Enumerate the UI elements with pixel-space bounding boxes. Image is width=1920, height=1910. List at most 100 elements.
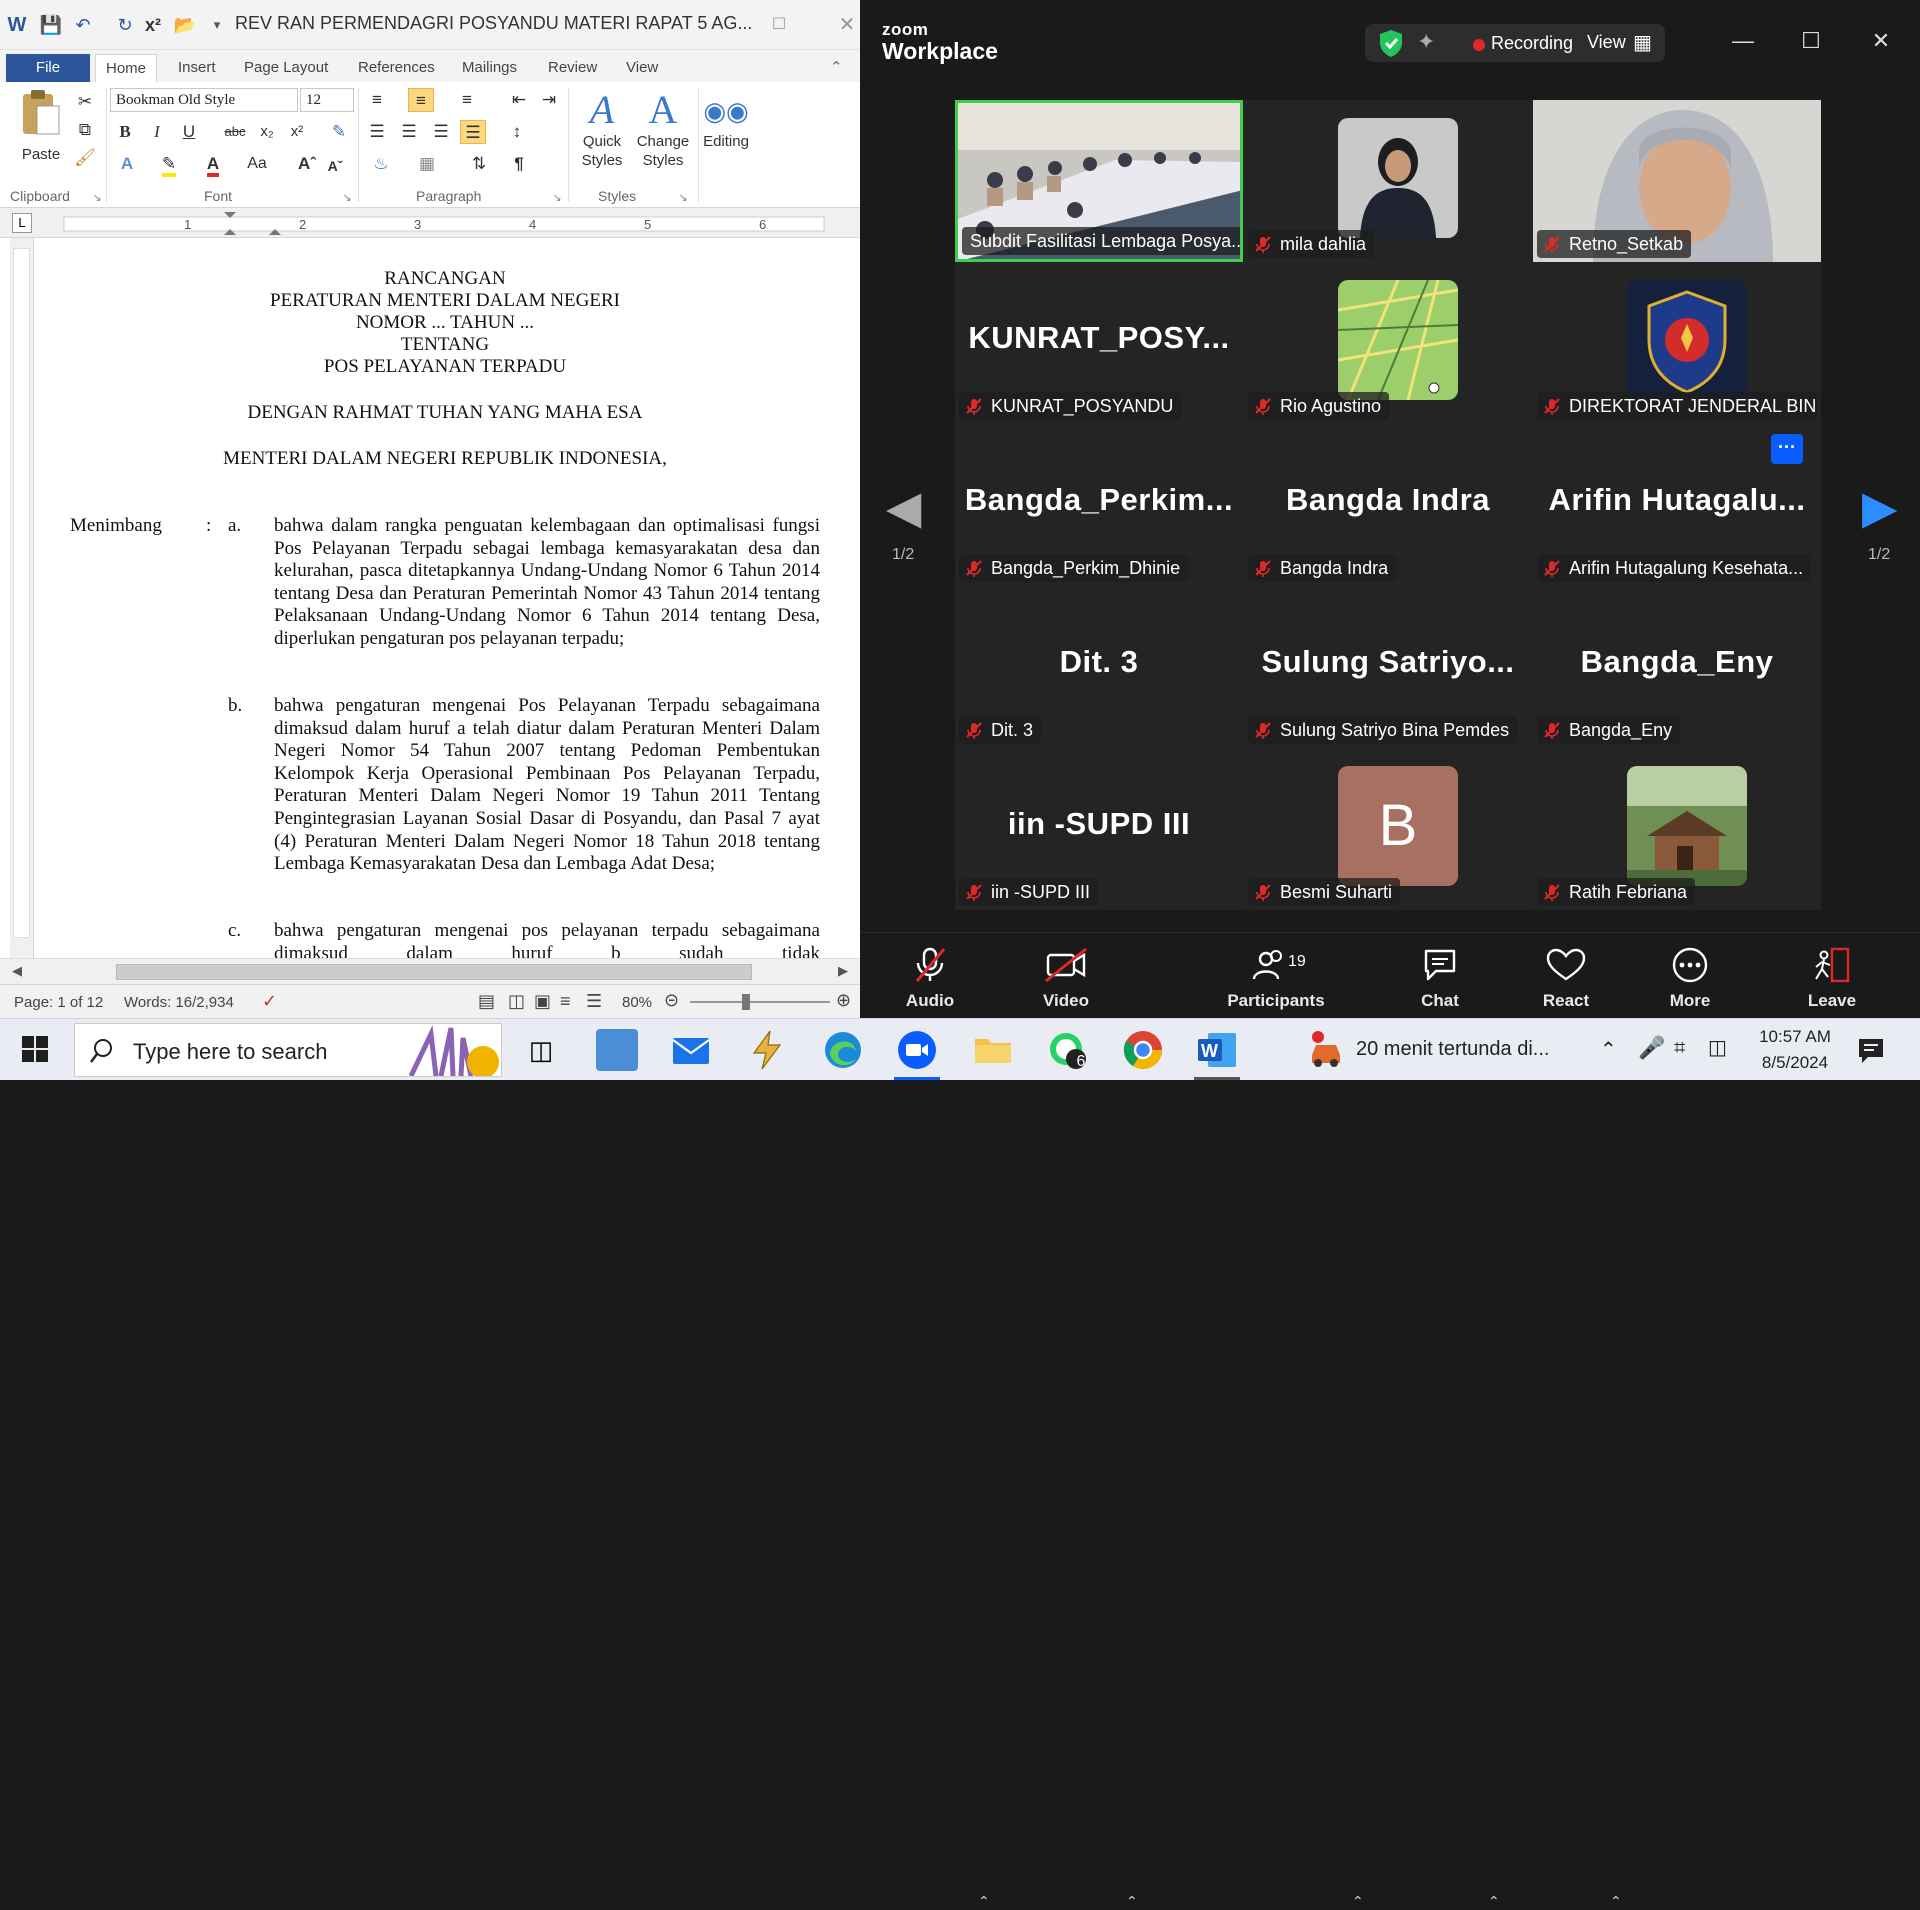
align-right-icon[interactable]: ☰ — [428, 120, 454, 144]
paragraph-launcher-icon[interactable]: ↘ — [544, 186, 570, 210]
react-options-caret[interactable]: ⌃ — [1610, 1893, 1622, 1910]
restore-window-icon[interactable]: ☐ — [766, 12, 792, 38]
format-painter-icon[interactable]: 🖌 — [72, 146, 98, 170]
save-icon[interactable]: 💾 — [38, 12, 64, 38]
collapse-ribbon-icon[interactable]: ⌃ — [820, 54, 853, 82]
shrink-font-icon[interactable]: Aˇ — [322, 154, 348, 178]
undo-icon[interactable]: ↶ — [70, 12, 96, 38]
styles-launcher-icon[interactable]: ↘ — [670, 186, 696, 210]
underline-icon[interactable]: U — [176, 120, 202, 144]
chrome-icon[interactable] — [1122, 1029, 1164, 1071]
tab-file[interactable]: File — [6, 54, 90, 82]
numbering-icon[interactable]: ≡ — [408, 88, 434, 112]
tab-insert[interactable]: Insert — [168, 54, 226, 82]
leave-button[interactable]: Leave — [1792, 933, 1872, 1019]
change-case-icon[interactable]: Aa — [244, 152, 270, 176]
participant-tile[interactable]: Bangda_Perkim... Bangda_Perkim_Dhinie — [955, 424, 1243, 586]
close-window-icon[interactable]: ✕ — [834, 12, 860, 38]
next-page-icon[interactable]: ▶ — [1862, 480, 1897, 534]
participant-tile[interactable]: Sulung Satriyo... Sulung Satriyo Bina Pe… — [1244, 586, 1532, 748]
prev-page-icon[interactable]: ◀ — [886, 480, 921, 534]
participant-tile[interactable]: Bangda_Eny Bangda_Eny — [1533, 586, 1821, 748]
zoom-out-icon[interactable]: ⊝ — [664, 990, 679, 1011]
align-center-icon[interactable]: ☰ — [396, 120, 422, 144]
align-left-icon[interactable]: ☰ — [364, 120, 390, 144]
open-folder-icon[interactable]: 📂 — [172, 12, 198, 38]
text-effects-icon[interactable]: A — [114, 152, 140, 176]
edge-icon[interactable] — [822, 1029, 864, 1071]
justify-icon[interactable]: ☰ — [460, 120, 486, 144]
grow-font-icon[interactable]: Aˆ — [294, 152, 320, 176]
view-label[interactable]: View — [1587, 32, 1626, 53]
participant-tile[interactable]: Subdit Fasilitasi Lembaga Posya... — [955, 100, 1243, 262]
bold-icon[interactable]: B — [112, 120, 138, 144]
minimize-icon[interactable]: — — [1728, 28, 1758, 54]
participants-options-caret[interactable]: ⌃ — [1352, 1893, 1364, 1910]
sparkle-icon[interactable]: ✦ — [1417, 29, 1435, 55]
document-page[interactable]: RANCANGAN PERATURAN MENTERI DALAM NEGERI… — [36, 238, 860, 958]
task-view-icon[interactable]: ◫ — [520, 1029, 562, 1071]
bolt-app-icon[interactable] — [746, 1029, 788, 1071]
horizontal-ruler[interactable]: L 1 2 3 4 5 6 — [0, 208, 860, 238]
clock-time[interactable]: 10:57 AM — [1750, 1027, 1840, 1047]
participant-tile[interactable]: Bangda Indra Bangda Indra — [1244, 424, 1532, 586]
strikethrough-icon[interactable]: abc — [222, 120, 248, 144]
line-spacing-icon[interactable]: ↕ — [504, 120, 530, 144]
font-color-icon[interactable]: A — [200, 152, 226, 177]
tab-page-layout[interactable]: Page Layout — [234, 54, 338, 82]
participant-tile[interactable]: Rio Agustino — [1244, 262, 1532, 424]
highlight-icon[interactable]: ✎ — [156, 152, 182, 177]
notifications-icon[interactable] — [1856, 1035, 1886, 1065]
scroll-right-icon[interactable]: ▶ — [838, 963, 848, 979]
word-app-taskbar-icon[interactable]: W — [1196, 1029, 1238, 1071]
participant-tile[interactable]: iin -SUPD III iin -SUPD III — [955, 748, 1243, 910]
change-styles-button[interactable]: A Change Styles — [632, 88, 694, 170]
scroll-left-icon[interactable]: ◀ — [12, 963, 22, 979]
windows-start-icon[interactable] — [22, 1036, 50, 1064]
zoom-app-icon[interactable] — [896, 1029, 938, 1071]
tab-view[interactable]: View — [616, 54, 668, 82]
page-count[interactable]: Page: 1 of 12 — [14, 994, 103, 1011]
italic-icon[interactable]: I — [144, 120, 170, 144]
tab-home[interactable]: Home — [95, 54, 158, 82]
participant-tile[interactable]: Retno_Setkab — [1533, 100, 1821, 262]
subscript-icon[interactable]: x₂ — [254, 120, 280, 144]
close-icon[interactable]: ✕ — [1866, 28, 1896, 54]
print-layout-icon[interactable]: ▤ — [478, 991, 495, 1012]
customize-qat-icon[interactable]: ▾ — [204, 12, 230, 38]
video-options-caret[interactable]: ⌃ — [1126, 1893, 1138, 1910]
participant-tile[interactable]: ··· Arifin Hutagalu... Arifin Hutagalung… — [1533, 424, 1821, 586]
superscript-icon[interactable]: x² — [284, 120, 310, 144]
outline-icon[interactable]: ≡ — [560, 991, 571, 1012]
audio-options-caret[interactable]: ⌃ — [978, 1893, 990, 1910]
show-hidden-icons[interactable]: ⌃ — [1600, 1037, 1617, 1062]
video-button[interactable]: Video — [1024, 933, 1108, 1019]
quick-styles-button[interactable]: A Quick Styles — [572, 88, 632, 170]
microphone-tray-icon[interactable]: 🎤 — [1638, 1035, 1665, 1061]
participant-tile[interactable]: B Besmi Suharti — [1244, 748, 1532, 910]
proofing-icon[interactable]: ✓ — [262, 991, 277, 1012]
zoom-slider[interactable] — [690, 1001, 830, 1003]
zoom-level[interactable]: 80% — [622, 994, 652, 1011]
cut-icon[interactable]: ✂ — [72, 90, 98, 114]
traffic-car-icon[interactable] — [1306, 1029, 1348, 1071]
zoom-slider-thumb[interactable] — [742, 994, 750, 1010]
participant-tile[interactable]: KUNRAT_POSY... KUNRAT_POSYANDU — [955, 262, 1243, 424]
tile-more-options-button[interactable]: ··· — [1771, 434, 1803, 464]
horizontal-scrollbar[interactable]: ◀ ▶ — [0, 958, 860, 984]
superscript-quick-icon[interactable]: x² — [140, 12, 166, 38]
maximize-icon[interactable]: ☐ — [1796, 28, 1826, 54]
taskbar-search-box[interactable]: Type here to search — [74, 1023, 502, 1077]
notification-text[interactable]: 20 menit tertunda di... — [1356, 1038, 1549, 1061]
web-layout-icon[interactable]: ▣ — [534, 991, 551, 1012]
battery-icon[interactable]: ◫ — [1708, 1035, 1727, 1060]
editing-button[interactable]: ◉◉ Editing — [700, 94, 752, 151]
shield-icon[interactable] — [1377, 28, 1405, 58]
mail-icon[interactable] — [670, 1029, 712, 1071]
audio-button[interactable]: Audio — [890, 933, 970, 1019]
zoom-in-icon[interactable]: ⊕ — [836, 990, 851, 1011]
font-name-box[interactable]: Bookman Old Style — [110, 88, 298, 112]
more-button[interactable]: More — [1650, 933, 1730, 1019]
chat-options-caret[interactable]: ⌃ — [1488, 1893, 1500, 1910]
borders-icon[interactable]: ▦ — [414, 152, 440, 176]
